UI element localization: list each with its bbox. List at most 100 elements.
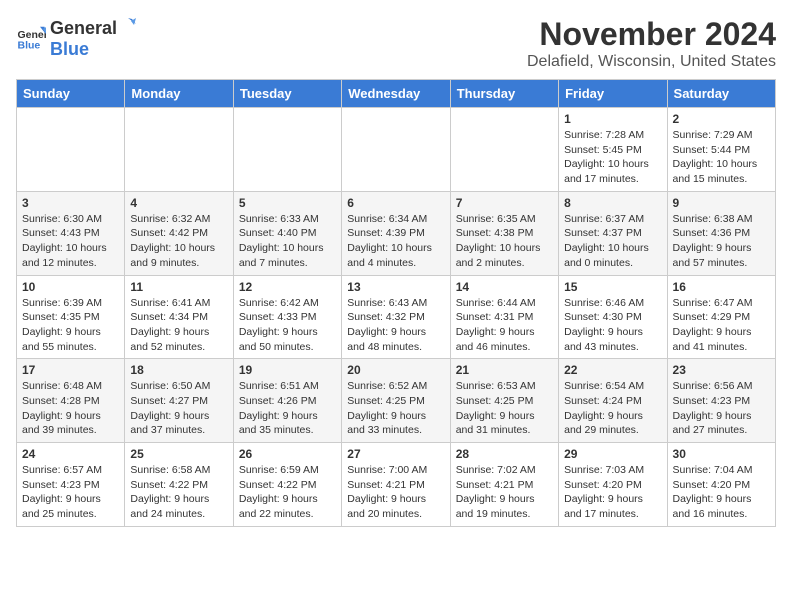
day-number: 17 (22, 363, 119, 377)
header-day-wednesday: Wednesday (342, 80, 450, 108)
day-info: Sunrise: 7:28 AM Sunset: 5:45 PM Dayligh… (564, 128, 661, 187)
calendar-cell: 18 Sunrise: 6:50 AM Sunset: 4:27 PM Dayli… (125, 359, 233, 443)
calendar-cell: 13 Sunrise: 6:43 AM Sunset: 4:32 PM Dayli… (342, 275, 450, 359)
week-row-2: 10 Sunrise: 6:39 AM Sunset: 4:35 PM Dayli… (17, 275, 776, 359)
day-info: Sunrise: 6:41 AM Sunset: 4:34 PM Dayligh… (130, 296, 227, 355)
day-number: 28 (456, 447, 553, 461)
week-row-0: 1 Sunrise: 7:28 AM Sunset: 5:45 PM Daylig… (17, 108, 776, 192)
day-info: Sunrise: 7:02 AM Sunset: 4:21 PM Dayligh… (456, 463, 553, 522)
day-info: Sunrise: 6:59 AM Sunset: 4:22 PM Dayligh… (239, 463, 336, 522)
day-info: Sunrise: 7:04 AM Sunset: 4:20 PM Dayligh… (673, 463, 770, 522)
day-info: Sunrise: 6:38 AM Sunset: 4:36 PM Dayligh… (673, 212, 770, 271)
day-info: Sunrise: 6:44 AM Sunset: 4:31 PM Dayligh… (456, 296, 553, 355)
day-info: Sunrise: 7:00 AM Sunset: 4:21 PM Dayligh… (347, 463, 444, 522)
calendar-cell: 6 Sunrise: 6:34 AM Sunset: 4:39 PM Daylig… (342, 191, 450, 275)
day-number: 8 (564, 196, 661, 210)
day-number: 5 (239, 196, 336, 210)
month-title: November 2024 (527, 16, 776, 53)
day-number: 23 (673, 363, 770, 377)
header-day-tuesday: Tuesday (233, 80, 341, 108)
calendar-cell: 7 Sunrise: 6:35 AM Sunset: 4:38 PM Daylig… (450, 191, 558, 275)
day-number: 30 (673, 447, 770, 461)
title-area: November 2024 Delafield, Wisconsin, Unit… (527, 16, 776, 71)
calendar-cell: 2 Sunrise: 7:29 AM Sunset: 5:44 PM Daylig… (667, 108, 775, 192)
svg-text:Blue: Blue (18, 40, 41, 52)
day-number: 9 (673, 196, 770, 210)
calendar-cell (233, 108, 341, 192)
calendar-cell: 1 Sunrise: 7:28 AM Sunset: 5:45 PM Daylig… (559, 108, 667, 192)
day-info: Sunrise: 6:37 AM Sunset: 4:37 PM Dayligh… (564, 212, 661, 271)
day-number: 21 (456, 363, 553, 377)
day-info: Sunrise: 6:53 AM Sunset: 4:25 PM Dayligh… (456, 379, 553, 438)
calendar-cell: 26 Sunrise: 6:59 AM Sunset: 4:22 PM Dayli… (233, 443, 341, 527)
calendar-cell (17, 108, 125, 192)
calendar-cell: 15 Sunrise: 6:46 AM Sunset: 4:30 PM Dayli… (559, 275, 667, 359)
day-info: Sunrise: 6:50 AM Sunset: 4:27 PM Dayligh… (130, 379, 227, 438)
header-day-saturday: Saturday (667, 80, 775, 108)
day-number: 22 (564, 363, 661, 377)
day-number: 12 (239, 280, 336, 294)
calendar-cell: 12 Sunrise: 6:42 AM Sunset: 4:33 PM Dayli… (233, 275, 341, 359)
day-number: 4 (130, 196, 227, 210)
calendar-cell: 27 Sunrise: 7:00 AM Sunset: 4:21 PM Dayli… (342, 443, 450, 527)
day-number: 11 (130, 280, 227, 294)
day-info: Sunrise: 7:29 AM Sunset: 5:44 PM Dayligh… (673, 128, 770, 187)
calendar-cell (125, 108, 233, 192)
calendar-cell: 8 Sunrise: 6:37 AM Sunset: 4:37 PM Daylig… (559, 191, 667, 275)
day-info: Sunrise: 6:52 AM Sunset: 4:25 PM Dayligh… (347, 379, 444, 438)
calendar-cell: 9 Sunrise: 6:38 AM Sunset: 4:36 PM Daylig… (667, 191, 775, 275)
day-info: Sunrise: 6:34 AM Sunset: 4:39 PM Dayligh… (347, 212, 444, 271)
calendar-cell: 23 Sunrise: 6:56 AM Sunset: 4:23 PM Dayli… (667, 359, 775, 443)
day-number: 16 (673, 280, 770, 294)
calendar-cell: 28 Sunrise: 7:02 AM Sunset: 4:21 PM Dayli… (450, 443, 558, 527)
logo-bird-icon (118, 16, 136, 34)
calendar-cell: 21 Sunrise: 6:53 AM Sunset: 4:25 PM Dayli… (450, 359, 558, 443)
day-info: Sunrise: 6:54 AM Sunset: 4:24 PM Dayligh… (564, 379, 661, 438)
header-day-thursday: Thursday (450, 80, 558, 108)
day-info: Sunrise: 6:30 AM Sunset: 4:43 PM Dayligh… (22, 212, 119, 271)
calendar-cell: 19Sunrise: 6:51 AM Sunset: 4:26 PM Dayli… (233, 359, 341, 443)
calendar-cell: 29Sunrise: 7:03 AM Sunset: 4:20 PM Dayli… (559, 443, 667, 527)
day-number: 14 (456, 280, 553, 294)
header: General Blue General Blue November 2024 … (16, 16, 776, 71)
location-title: Delafield, Wisconsin, United States (527, 53, 776, 71)
day-number: 6 (347, 196, 444, 210)
day-info: Sunrise: 6:47 AM Sunset: 4:29 PM Dayligh… (673, 296, 770, 355)
calendar-cell: 14 Sunrise: 6:44 AM Sunset: 4:31 PM Dayli… (450, 275, 558, 359)
day-number: 2 (673, 112, 770, 126)
day-number: 1 (564, 112, 661, 126)
day-number: 27 (347, 447, 444, 461)
day-info: Sunrise: 6:32 AM Sunset: 4:42 PM Dayligh… (130, 212, 227, 271)
day-info: Sunrise: 6:57 AM Sunset: 4:23 PM Dayligh… (22, 463, 119, 522)
logo-text-blue: Blue (50, 39, 89, 59)
calendar-cell: 16 Sunrise: 6:47 AM Sunset: 4:29 PM Dayli… (667, 275, 775, 359)
day-info: Sunrise: 6:56 AM Sunset: 4:23 PM Dayligh… (673, 379, 770, 438)
day-info: Sunrise: 6:43 AM Sunset: 4:32 PM Dayligh… (347, 296, 444, 355)
calendar-cell (450, 108, 558, 192)
day-info: Sunrise: 6:35 AM Sunset: 4:38 PM Dayligh… (456, 212, 553, 271)
logo-icon: General Blue (16, 23, 46, 53)
day-number: 20 (347, 363, 444, 377)
day-number: 26 (239, 447, 336, 461)
calendar-cell (342, 108, 450, 192)
day-number: 18 (130, 363, 227, 377)
day-number: 25 (130, 447, 227, 461)
day-info: Sunrise: 6:39 AM Sunset: 4:35 PM Dayligh… (22, 296, 119, 355)
day-number: 10 (22, 280, 119, 294)
day-info: Sunrise: 6:58 AM Sunset: 4:22 PM Dayligh… (130, 463, 227, 522)
day-number: 3 (22, 196, 119, 210)
calendar-table: SundayMondayTuesdayWednesdayThursdayFrid… (16, 79, 776, 527)
day-info: Sunrise: 6:46 AM Sunset: 4:30 PM Dayligh… (564, 296, 661, 355)
day-info: Sunrise: 6:42 AM Sunset: 4:33 PM Dayligh… (239, 296, 336, 355)
day-number: 7 (456, 196, 553, 210)
week-row-1: 3 Sunrise: 6:30 AM Sunset: 4:43 PM Daylig… (17, 191, 776, 275)
calendar-cell: 3 Sunrise: 6:30 AM Sunset: 4:43 PM Daylig… (17, 191, 125, 275)
day-number: 15 (564, 280, 661, 294)
day-number: 13 (347, 280, 444, 294)
header-day-friday: Friday (559, 80, 667, 108)
calendar-cell: 30 Sunrise: 7:04 AM Sunset: 4:20 PM Dayli… (667, 443, 775, 527)
header-day-monday: Monday (125, 80, 233, 108)
week-row-3: 17Sunrise: 6:48 AM Sunset: 4:28 PM Dayli… (17, 359, 776, 443)
day-number: 24 (22, 447, 119, 461)
header-day-sunday: Sunday (17, 80, 125, 108)
